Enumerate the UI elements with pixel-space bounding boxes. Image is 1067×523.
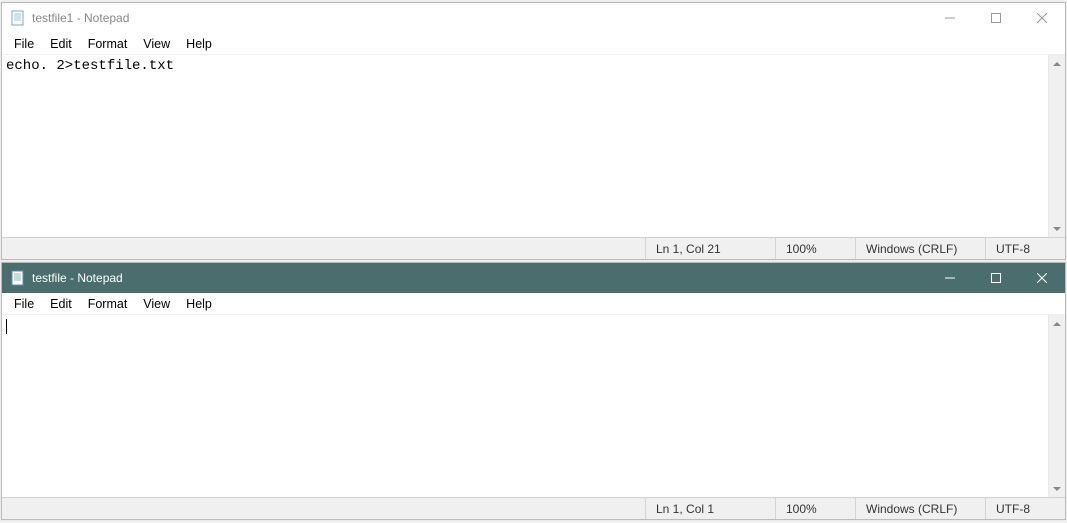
menu-edit[interactable]: Edit [42, 295, 80, 313]
close-button[interactable] [1019, 263, 1065, 293]
scroll-track[interactable] [1049, 72, 1065, 220]
status-line-ending: Windows (CRLF) [855, 238, 985, 259]
titlebar[interactable]: testfile - Notepad [2, 263, 1065, 293]
minimize-button[interactable] [927, 263, 973, 293]
menu-file[interactable]: File [6, 295, 42, 313]
menu-view[interactable]: View [135, 295, 178, 313]
maximize-button[interactable] [973, 3, 1019, 33]
menubar: File Edit Format View Help [2, 33, 1065, 55]
window-title: testfile1 - Notepad [32, 11, 129, 25]
notepad-icon [10, 10, 26, 26]
menubar: File Edit Format View Help [2, 293, 1065, 315]
menu-edit[interactable]: Edit [42, 35, 80, 53]
maximize-button[interactable] [973, 263, 1019, 293]
scroll-up-icon[interactable] [1049, 55, 1065, 72]
close-button[interactable] [1019, 3, 1065, 33]
status-encoding: UTF-8 [985, 498, 1065, 519]
menu-view[interactable]: View [135, 35, 178, 53]
notepad-window-2: testfile - Notepad File Edit Format View… [1, 262, 1066, 520]
statusbar: Ln 1, Col 1 100% Windows (CRLF) UTF-8 [2, 497, 1065, 519]
status-position: Ln 1, Col 1 [645, 498, 775, 519]
titlebar[interactable]: testfile1 - Notepad [2, 3, 1065, 33]
minimize-button[interactable] [927, 3, 973, 33]
status-zoom: 100% [775, 498, 855, 519]
window-controls [927, 3, 1065, 33]
menu-format[interactable]: Format [80, 295, 136, 313]
content-area [2, 315, 1065, 497]
status-zoom: 100% [775, 238, 855, 259]
content-area: echo. 2>testfile.txt [2, 55, 1065, 237]
status-line-ending: Windows (CRLF) [855, 498, 985, 519]
vertical-scrollbar[interactable] [1048, 315, 1065, 497]
scroll-track[interactable] [1049, 332, 1065, 480]
text-editor[interactable] [2, 315, 1048, 497]
menu-help[interactable]: Help [178, 295, 220, 313]
notepad-icon [10, 270, 26, 286]
scroll-down-icon[interactable] [1049, 220, 1065, 237]
notepad-window-1: testfile1 - Notepad File Edit Format Vie… [1, 2, 1066, 260]
menu-format[interactable]: Format [80, 35, 136, 53]
window-controls [927, 263, 1065, 293]
menu-file[interactable]: File [6, 35, 42, 53]
menu-help[interactable]: Help [178, 35, 220, 53]
text-cursor [6, 319, 7, 334]
window-title: testfile - Notepad [32, 271, 123, 285]
status-encoding: UTF-8 [985, 238, 1065, 259]
status-position: Ln 1, Col 21 [645, 238, 775, 259]
statusbar: Ln 1, Col 21 100% Windows (CRLF) UTF-8 [2, 237, 1065, 259]
scroll-down-icon[interactable] [1049, 480, 1065, 497]
text-editor[interactable]: echo. 2>testfile.txt [2, 55, 1048, 237]
vertical-scrollbar[interactable] [1048, 55, 1065, 237]
scroll-up-icon[interactable] [1049, 315, 1065, 332]
